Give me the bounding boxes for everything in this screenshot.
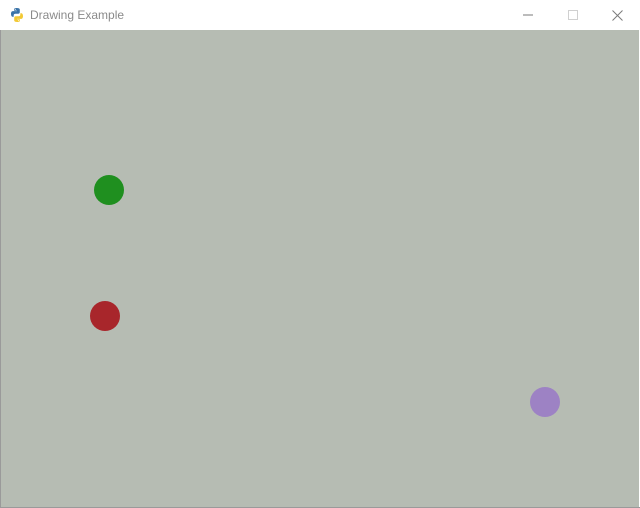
minimize-icon	[522, 14, 533, 16]
python-icon	[9, 7, 25, 23]
purple-dot	[530, 387, 560, 417]
window-controls	[505, 0, 640, 30]
maximize-icon	[567, 10, 578, 20]
window-title: Drawing Example	[30, 8, 125, 22]
red-dot	[90, 301, 120, 331]
title-bar[interactable]: Drawing Example	[0, 0, 640, 30]
minimize-button[interactable]	[505, 0, 550, 30]
close-icon	[612, 9, 623, 21]
close-button[interactable]	[595, 0, 640, 30]
drawing-canvas[interactable]	[1, 30, 639, 507]
green-dot	[94, 175, 124, 205]
maximize-button[interactable]	[550, 0, 595, 30]
window-border-left	[0, 30, 1, 508]
app-window: Drawing Example	[0, 0, 640, 508]
